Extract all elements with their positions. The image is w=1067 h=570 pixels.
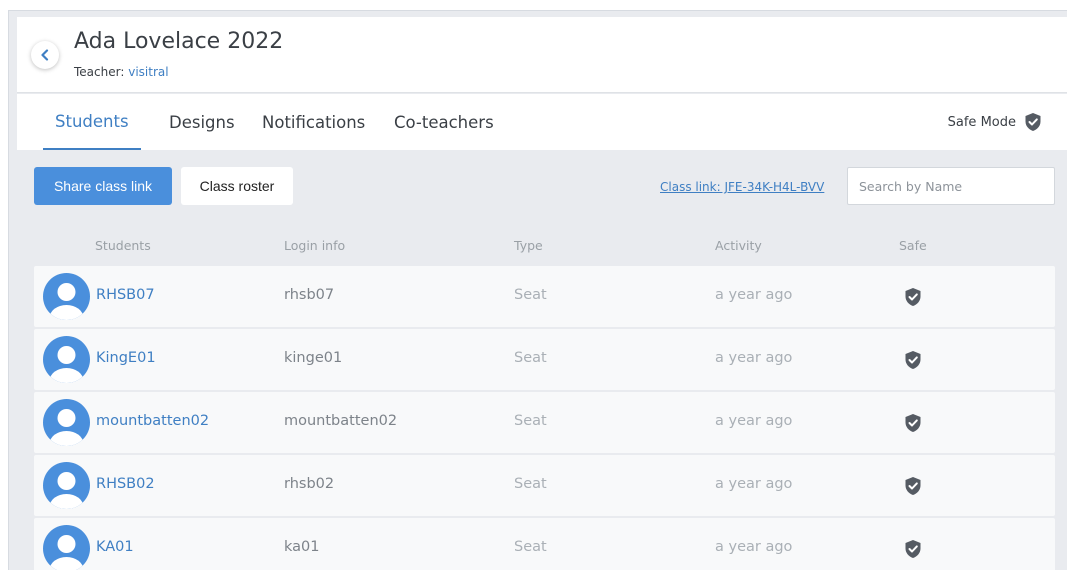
login-info: mountbatten02 <box>284 413 398 429</box>
table-row[interactable]: KA01 ka01 Seat a year ago <box>34 518 1055 570</box>
avatar-icon <box>43 273 90 320</box>
class-roster-button[interactable]: Class roster <box>181 167 293 205</box>
last-activity: a year ago <box>715 476 793 492</box>
column-header-safe: Safe <box>899 238 927 253</box>
tab-co-teachers[interactable]: Co-teachers <box>382 94 506 150</box>
back-button[interactable] <box>31 41 59 69</box>
table-row[interactable]: RHSB07 rhsb07 Seat a year ago <box>34 266 1055 327</box>
column-header-activity: Activity <box>715 238 762 253</box>
table-row[interactable]: KingE01 kinge01 Seat a year ago <box>34 329 1055 390</box>
student-name-link[interactable]: KingE01 <box>96 350 156 366</box>
teacher-line: Teacher: visitral <box>74 65 169 79</box>
shield-check-icon <box>905 288 921 306</box>
class-header: Ada Lovelace 2022 Teacher: visitral <box>17 17 1067 93</box>
table-row[interactable]: RHSB02 rhsb02 Seat a year ago <box>34 455 1055 516</box>
class-link[interactable]: Class link: JFE-34K-H4L-BVV <box>660 180 824 194</box>
shield-check-icon <box>905 477 921 495</box>
student-name-link[interactable]: RHSB02 <box>96 476 155 492</box>
student-name-link[interactable]: RHSB07 <box>96 287 155 303</box>
login-info: rhsb07 <box>284 287 335 303</box>
teacher-label: Teacher: <box>74 65 125 79</box>
teacher-name-link[interactable]: visitral <box>128 65 168 79</box>
login-info: rhsb02 <box>284 476 335 492</box>
shield-check-icon <box>1025 113 1041 131</box>
account-type: Seat <box>514 287 547 303</box>
student-name-link[interactable]: mountbatten02 <box>96 413 209 429</box>
student-name-link[interactable]: KA01 <box>96 539 134 555</box>
last-activity: a year ago <box>715 350 793 366</box>
column-header-students: Students <box>95 238 151 253</box>
login-info: kinge01 <box>284 350 343 366</box>
safe-mode-label: Safe Mode <box>947 114 1016 130</box>
shield-check-icon <box>905 540 921 558</box>
column-header-type: Type <box>514 238 543 253</box>
tab-students[interactable]: Students <box>43 94 141 150</box>
tab-notifications[interactable]: Notifications <box>250 94 377 150</box>
account-type: Seat <box>514 350 547 366</box>
table-row[interactable]: mountbatten02 mountbatten02 Seat a year … <box>34 392 1055 453</box>
shield-check-icon <box>905 351 921 369</box>
last-activity: a year ago <box>715 287 793 303</box>
avatar-icon <box>43 525 90 570</box>
chevron-left-icon <box>41 49 49 61</box>
account-type: Seat <box>514 476 547 492</box>
tab-designs[interactable]: Designs <box>157 94 247 150</box>
share-class-link-button[interactable]: Share class link <box>34 167 172 205</box>
safe-mode-toggle[interactable]: Safe Mode <box>948 112 1042 132</box>
app-frame: Ada Lovelace 2022 Teacher: visitral Stud… <box>8 10 1067 570</box>
avatar-icon <box>43 462 90 509</box>
search-input[interactable] <box>847 167 1055 205</box>
shield-check-icon <box>905 414 921 432</box>
page-title: Ada Lovelace 2022 <box>74 29 284 54</box>
account-type: Seat <box>514 539 547 555</box>
column-header-login-info: Login info <box>284 238 346 253</box>
last-activity: a year ago <box>715 413 793 429</box>
avatar-icon <box>43 336 90 383</box>
avatar-icon <box>43 399 90 446</box>
login-info: ka01 <box>284 539 320 555</box>
tab-bar: Students Designs Notifications Co-teache… <box>17 94 1067 150</box>
account-type: Seat <box>514 413 547 429</box>
last-activity: a year ago <box>715 539 793 555</box>
